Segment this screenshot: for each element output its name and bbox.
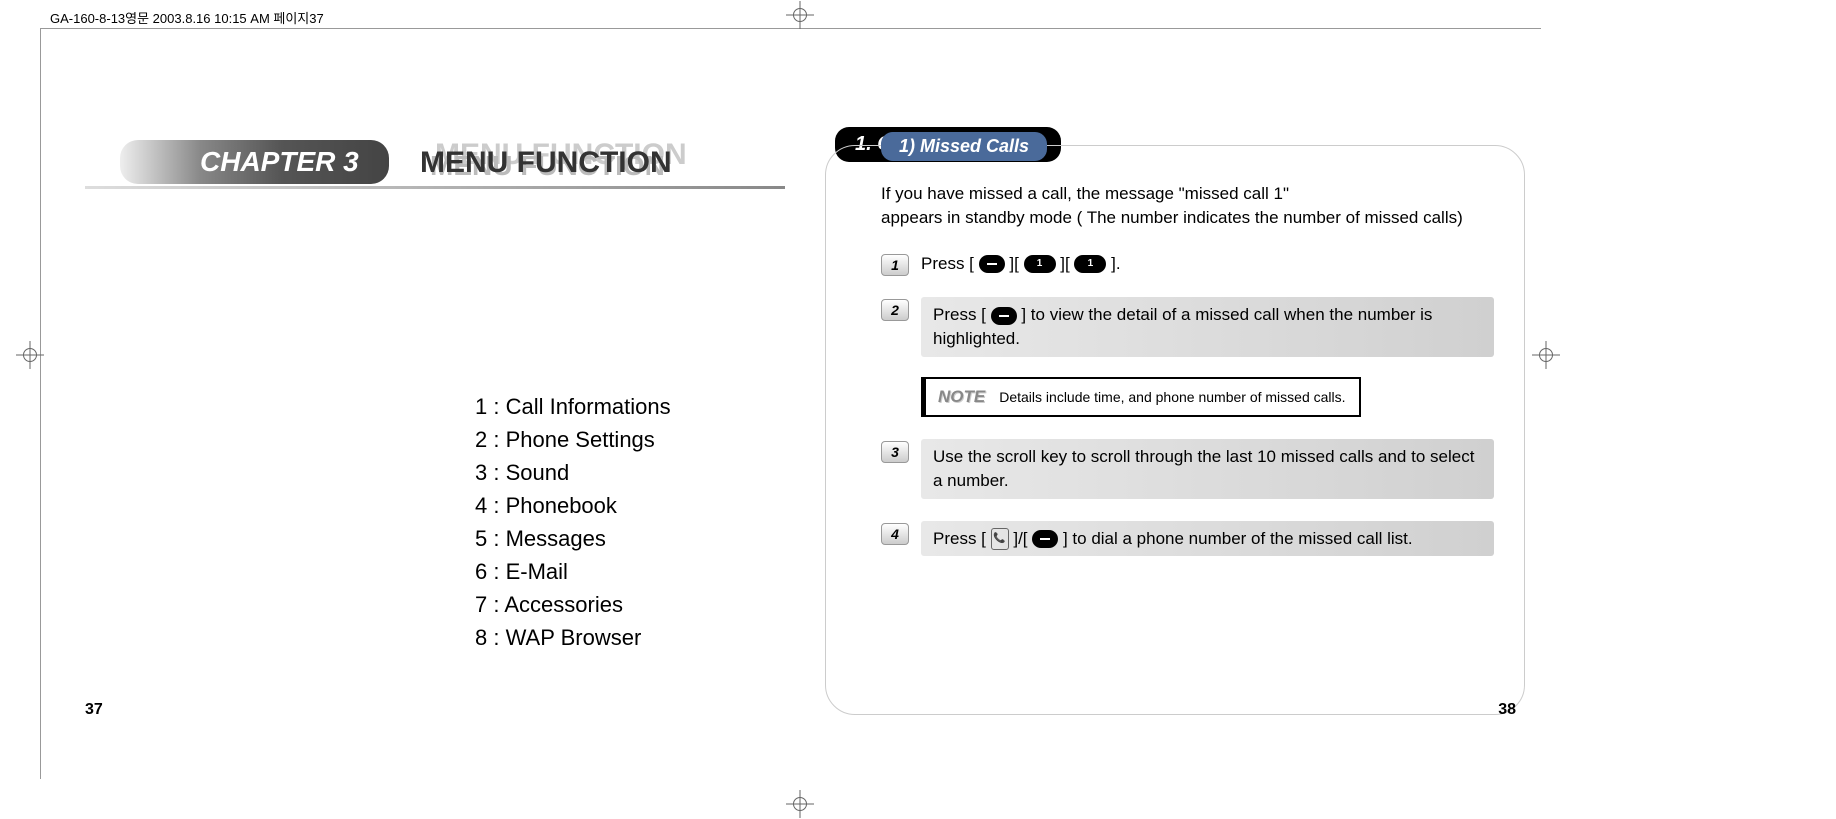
step-2: 2 Press [ ] to view the detail of a miss…	[881, 297, 1494, 357]
page-number-right: 38	[1498, 701, 1516, 719]
crop-mark-left	[15, 335, 45, 375]
menu-item: 5 : Messages	[475, 522, 671, 555]
title-underline	[85, 186, 785, 189]
crop-mark-bottom	[780, 789, 820, 819]
phone-icon: 📞	[991, 528, 1009, 550]
step-1: 1 Press [ ][ 1 ][ 1 ].	[881, 252, 1494, 276]
content-box: 1) Missed Calls If you have missed a cal…	[825, 145, 1525, 715]
chapter-label: CHAPTER 3	[120, 140, 389, 184]
menu-item: 6 : E-Mail	[475, 555, 671, 588]
menu-list: 1 : Call Informations 2 : Phone Settings…	[475, 390, 671, 654]
step-number-icon: 1	[881, 254, 909, 276]
header-doc-info: GA-160-8-13영문 2003.8.16 10:15 AM 페이지37	[50, 8, 324, 27]
note-label-icon: NOTE	[938, 387, 985, 407]
menu-button-icon	[979, 255, 1005, 273]
menu-item: 1 : Call Informations	[475, 390, 671, 423]
crop-mark-top	[780, 0, 820, 30]
step-number-icon: 4	[881, 523, 909, 545]
step-number-icon: 2	[881, 299, 909, 321]
right-page: 1. Call Informations 1) Missed Calls If …	[825, 45, 1525, 745]
left-border	[40, 28, 41, 779]
key-1-icon: 1	[1074, 255, 1106, 273]
page-number-left: 37	[85, 701, 103, 719]
note-text: Details include time, and phone number o…	[999, 389, 1345, 405]
note-box: NOTE Details include time, and phone num…	[921, 377, 1361, 417]
menu-item: 3 : Sound	[475, 456, 671, 489]
step-3: 3 Use the scroll key to scroll through t…	[881, 439, 1494, 499]
menu-item: 2 : Phone Settings	[475, 423, 671, 456]
step-number-icon: 3	[881, 441, 909, 463]
menu-button-icon	[991, 307, 1017, 325]
menu-item: 7 : Accessories	[475, 588, 671, 621]
menu-title: MENU FUNCTION	[420, 146, 672, 180]
sub-section-title: 1) Missed Calls	[881, 132, 1047, 161]
key-1-icon: 1	[1024, 255, 1056, 273]
menu-item: 8 : WAP Browser	[475, 621, 671, 654]
menu-item: 4 : Phonebook	[475, 489, 671, 522]
crop-mark-right	[1531, 335, 1561, 375]
menu-button-icon	[1032, 530, 1058, 548]
step-4: 4 Press [ 📞 ]/[ ] to dial a phone number…	[881, 521, 1494, 557]
intro-text: If you have missed a call, the message "…	[881, 182, 1494, 230]
